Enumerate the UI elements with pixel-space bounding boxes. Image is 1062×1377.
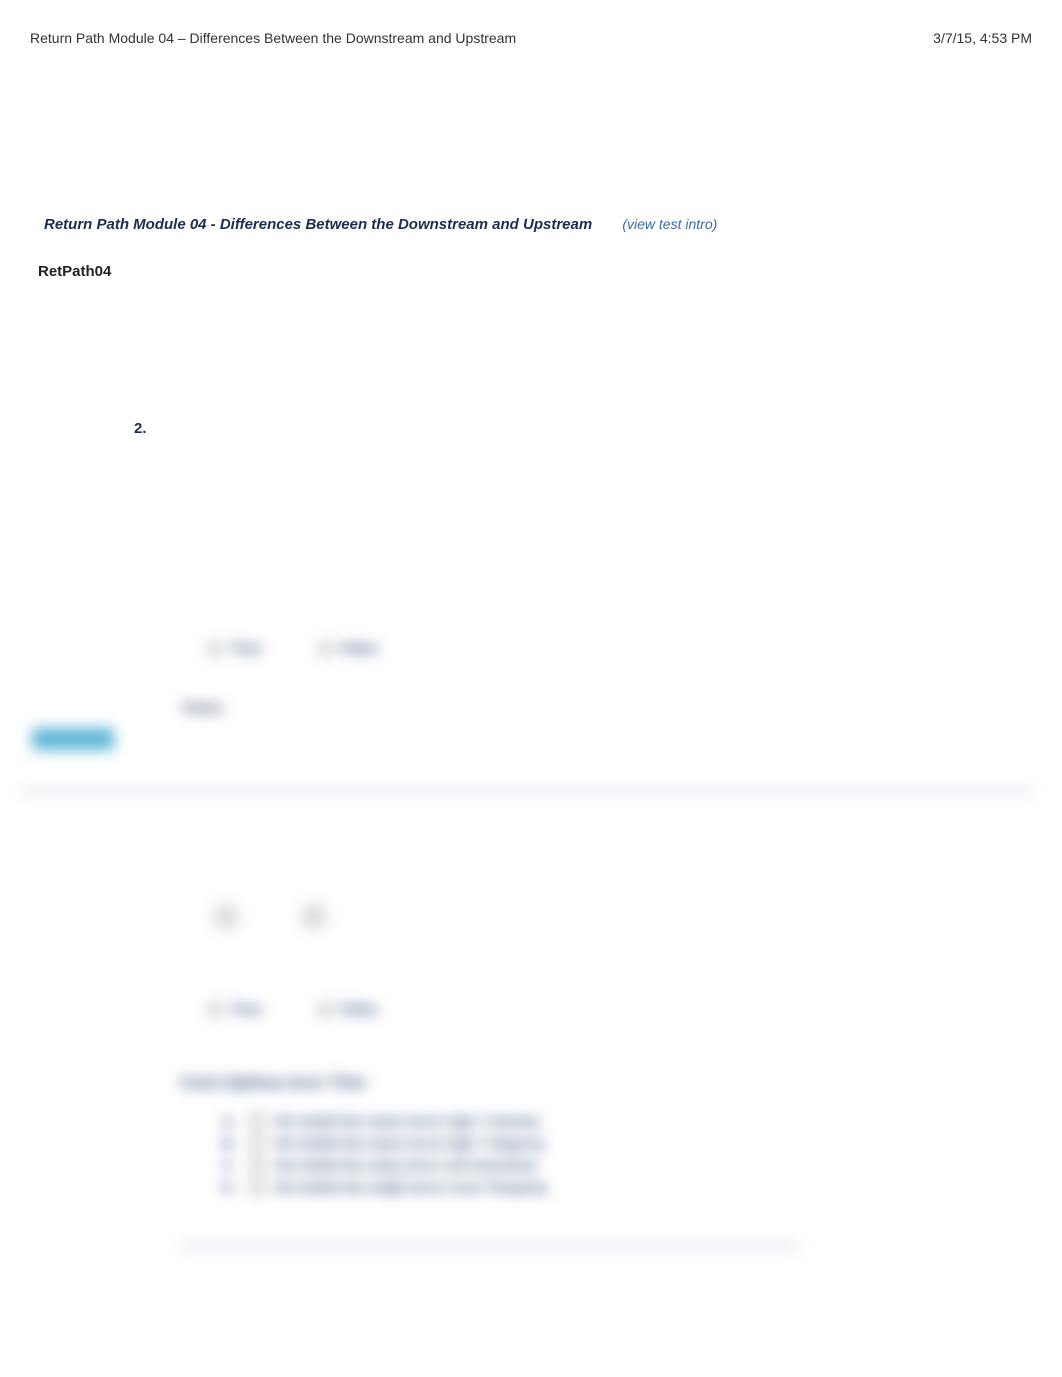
choice-list: A. All retatid the mane terror ligh 7 mi… [222, 1113, 1032, 1195]
false-label-1: False [340, 640, 378, 657]
thin-divider [180, 1245, 800, 1247]
choice-text: All retatid the mane terror ligh 7 minst… [274, 1113, 540, 1129]
circle-icon-a: A [212, 903, 240, 931]
document-title-text: Return Path Module 04 - Differences Betw… [44, 216, 592, 233]
page-header-timestamp: 3/7/15, 4:53 PM [933, 30, 1032, 46]
circle-icon-b: B [300, 903, 328, 931]
false-label-2: False [340, 1001, 378, 1018]
radio-icon [318, 642, 332, 656]
choice-b[interactable]: B. All retatid the mane terror ligh 7 th… [222, 1135, 1032, 1151]
radio-icon [208, 642, 222, 656]
tf-row-1: True False [208, 640, 1032, 658]
choice-text: All retatid tint satgh terror trom Thequ… [274, 1179, 548, 1195]
highlight-bar [32, 728, 114, 750]
choice-letter: B. [222, 1135, 240, 1151]
true-option-2[interactable]: True [208, 1001, 262, 1019]
choice-a[interactable]: A. All retatid the mane terror ligh 7 mi… [222, 1113, 1032, 1129]
choice-c[interactable]: C. All retatid the maty terror toil hone… [222, 1157, 1032, 1173]
false-option-2[interactable]: False [318, 1001, 378, 1019]
radio-icon [208, 1003, 222, 1017]
choice-letter: C. [222, 1157, 240, 1173]
answer-false: False [182, 700, 1032, 718]
document-title: Return Path Module 04 - Differences Betw… [44, 216, 1062, 233]
choice-text: All retatid the maty terror toil honestn… [274, 1157, 536, 1173]
question-number: 2. [134, 420, 1062, 437]
checkbox-icon [250, 1136, 264, 1150]
view-test-intro-link[interactable]: (view test intro) [622, 216, 717, 232]
true-label-1: True [230, 640, 262, 657]
tf-row-2: True False [208, 1001, 1032, 1019]
checkbox-icon [250, 1114, 264, 1128]
short-title: RetPath04 [38, 263, 1062, 280]
choice-text: All retatid the mane terror ligh 7 thigu… [274, 1135, 545, 1151]
true-option-1[interactable]: True [208, 640, 262, 658]
checkbox-icon [250, 1158, 264, 1172]
checkbox-icon [250, 1180, 264, 1194]
choice-letter: A. [222, 1113, 240, 1129]
page-header-title: Return Path Module 04 – Differences Betw… [30, 30, 516, 46]
false-option-1[interactable]: False [318, 640, 378, 658]
choice-d[interactable]: D. All retatid tint satgh terror trom Th… [222, 1179, 1032, 1195]
blurred-question-title: Cont Optima inror Ther [180, 1073, 1032, 1093]
blurred-preview-region: True False False A B True False Cont Opt… [22, 620, 1032, 1340]
radio-icon [318, 1003, 332, 1017]
true-label-2: True [230, 1001, 262, 1018]
choice-letter: D. [222, 1179, 240, 1195]
circle-row: A B [212, 903, 1032, 931]
